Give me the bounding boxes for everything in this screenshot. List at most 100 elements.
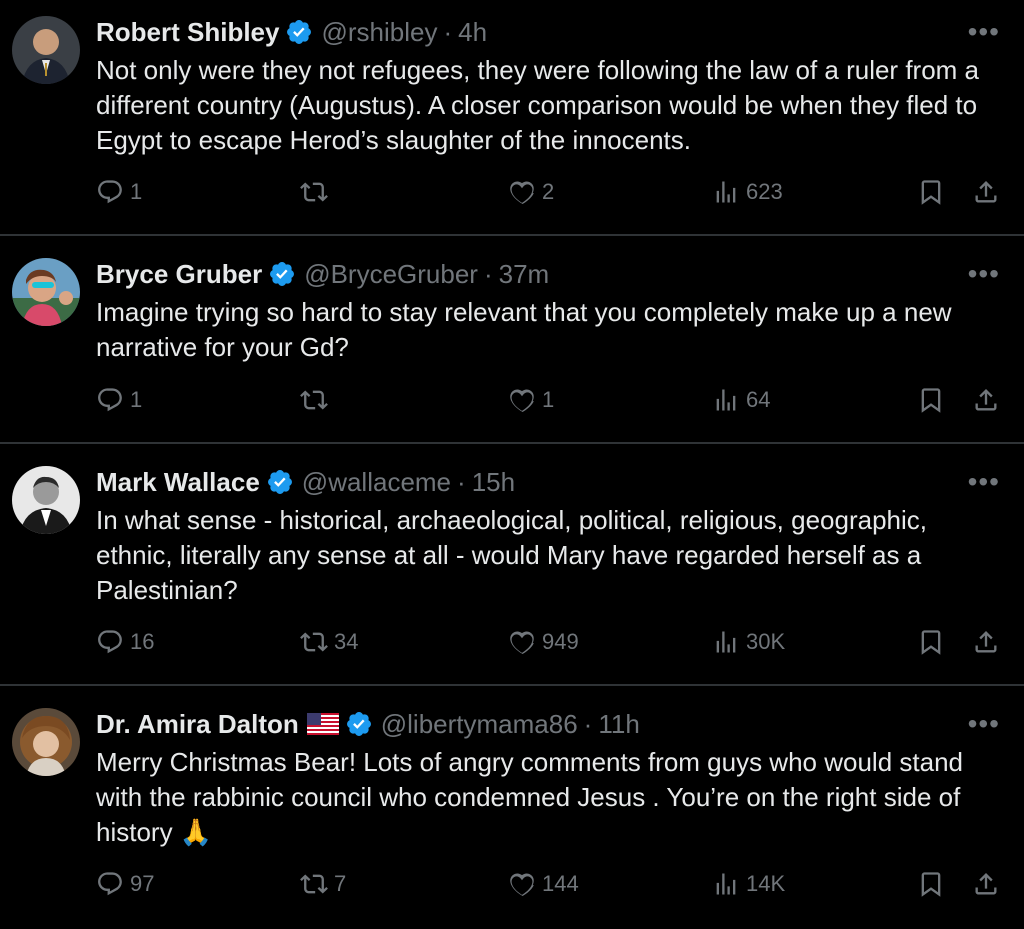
separator-dot: · [457, 466, 466, 497]
repost-button[interactable]: 7 [300, 870, 346, 898]
like-count: 144 [542, 871, 579, 896]
views-button[interactable]: 64 [712, 386, 770, 414]
tweet-text: Imagine trying so hard to stay relevant … [96, 297, 952, 362]
author-name[interactable]: Mark Wallace [96, 467, 260, 498]
more-icon[interactable]: ••• [968, 257, 1000, 291]
more-icon[interactable]: ••• [968, 465, 1000, 499]
views-count: 30K [746, 629, 786, 654]
us-flag-icon [306, 713, 339, 735]
like-count: 2 [542, 179, 555, 204]
avatar[interactable] [12, 708, 80, 776]
views-button[interactable]: 623 [712, 178, 783, 206]
reply-button[interactable]: 1 [96, 178, 142, 206]
repost-icon [300, 632, 328, 652]
like-icon [510, 631, 534, 655]
verified-badge-icon [345, 710, 373, 738]
avatar[interactable] [12, 16, 80, 84]
like-button[interactable]: 2 [508, 178, 554, 206]
repost-button[interactable] [300, 386, 334, 414]
share-button[interactable] [972, 386, 1000, 414]
verified-badge-icon [268, 260, 296, 288]
share-icon [975, 631, 997, 653]
tweet[interactable]: Dr. Amira Dalton @libertymama86 · 11h ••… [0, 686, 1024, 929]
reply-icon [98, 388, 122, 412]
bookmark-icon [921, 388, 941, 413]
repost-count: 34 [334, 629, 359, 654]
timestamp[interactable]: 15h [472, 467, 515, 498]
bookmark-button[interactable] [917, 178, 945, 206]
reply-icon [98, 872, 122, 896]
timestamp[interactable]: 11h [598, 709, 639, 740]
bookmark-icon [921, 180, 941, 205]
author-handle[interactable]: @rshibley [321, 17, 437, 48]
bookmark-icon [921, 872, 941, 897]
author-name[interactable]: Dr. Amira Dalton [96, 709, 299, 740]
views-icon [716, 181, 736, 203]
views-icon [716, 631, 736, 653]
more-icon[interactable]: ••• [968, 707, 1000, 741]
author-name[interactable]: Robert Shibley [96, 17, 279, 48]
author-handle[interactable]: @BryceGruber [304, 259, 478, 290]
tweet[interactable]: Mark Wallace @wallaceme · 15h ••• In wha… [0, 444, 1024, 686]
repost-button[interactable] [300, 178, 334, 206]
share-icon [975, 389, 997, 411]
tweet-header: Dr. Amira Dalton @libertymama86 · 11h [96, 707, 1024, 741]
reply-icon [98, 630, 122, 654]
bookmark-icon [921, 630, 941, 655]
timeline-feed: Robert Shibley @rshibley · 4h ••• Not on… [0, 0, 1024, 929]
bookmark-button[interactable] [917, 386, 945, 414]
views-button[interactable]: 30K [712, 628, 785, 656]
views-count: 623 [746, 179, 783, 204]
reply-button[interactable]: 1 [96, 386, 142, 414]
repost-icon [300, 874, 328, 894]
share-icon [975, 181, 997, 203]
author-name[interactable]: Bryce Gruber [96, 259, 262, 290]
views-icon [716, 873, 736, 895]
views-icon [716, 389, 736, 411]
reply-count: 1 [130, 387, 143, 412]
reply-button[interactable]: 16 [96, 628, 154, 656]
tweet[interactable]: Bryce Gruber @BryceGruber · 37m ••• Imag… [0, 236, 1024, 444]
tweet-text: In what sense - historical, archaeologic… [96, 505, 927, 605]
timestamp[interactable]: 37m [499, 259, 550, 290]
bookmark-button[interactable] [917, 628, 945, 656]
like-icon [510, 181, 534, 205]
author-handle[interactable]: @wallaceme [302, 467, 451, 498]
tweet-actions: 1 2 623 [0, 178, 1024, 218]
like-button[interactable]: 1 [508, 386, 554, 414]
tweet-actions: 1 1 64 [0, 386, 1024, 426]
avatar[interactable] [12, 466, 80, 534]
like-icon [510, 873, 534, 897]
separator-dot: · [583, 708, 593, 739]
like-count: 949 [542, 629, 579, 654]
reply-icon [98, 180, 122, 204]
avatar[interactable] [12, 258, 80, 326]
reply-button[interactable]: 97 [96, 870, 154, 898]
tweet-header: Bryce Gruber @BryceGruber · 37m [96, 257, 1024, 291]
views-count: 14K [746, 871, 786, 896]
repost-icon [300, 182, 328, 202]
tweet-text: Not only were they not refugees, they we… [96, 55, 979, 155]
more-icon[interactable]: ••• [968, 15, 1000, 49]
separator-dot: · [483, 258, 493, 289]
reply-count: 97 [130, 871, 155, 896]
timestamp[interactable]: 4h [458, 17, 487, 48]
like-button[interactable]: 949 [508, 628, 579, 656]
reply-count: 1 [130, 179, 143, 204]
share-button[interactable] [972, 870, 1000, 898]
separator-dot: · [443, 16, 453, 47]
like-button[interactable]: 144 [508, 870, 579, 898]
repost-count: 7 [334, 871, 347, 896]
reply-count: 16 [130, 629, 155, 654]
share-button[interactable] [972, 628, 1000, 656]
views-button[interactable]: 14K [712, 870, 785, 898]
views-count: 64 [746, 387, 771, 412]
repost-button[interactable]: 34 [300, 628, 358, 656]
share-button[interactable] [972, 178, 1000, 206]
tweet-actions: 97 7 144 14K [0, 870, 1024, 910]
verified-badge-icon [285, 18, 313, 46]
tweet[interactable]: Robert Shibley @rshibley · 4h ••• Not on… [0, 0, 1024, 236]
author-handle[interactable]: @libertymama86 [381, 709, 578, 740]
bookmark-button[interactable] [917, 870, 945, 898]
verified-badge-icon [266, 468, 294, 496]
